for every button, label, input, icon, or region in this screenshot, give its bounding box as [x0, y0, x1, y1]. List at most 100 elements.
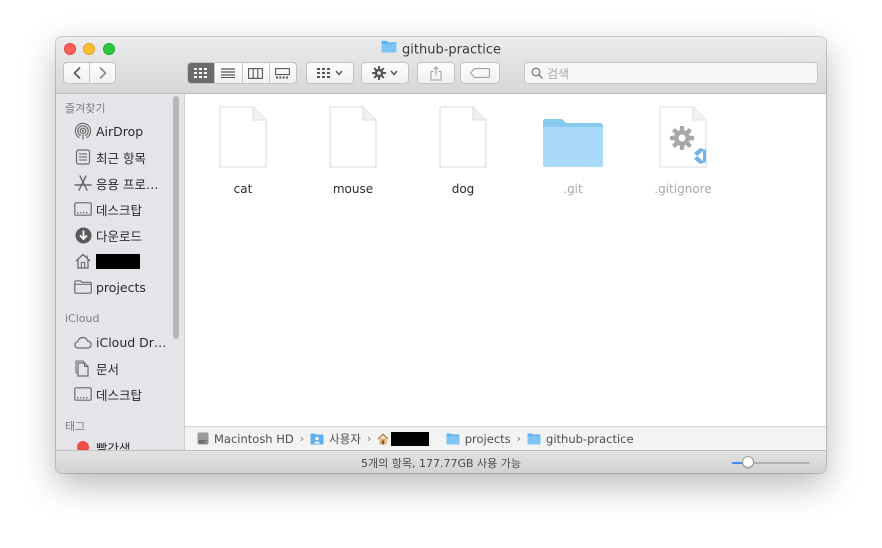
sidebar-item-label: 다운로드 — [96, 228, 143, 244]
path-crumb-macintosh-hd[interactable]: Macintosh HD — [197, 432, 294, 446]
sidebar-item-label: projects — [96, 279, 146, 295]
folder-icon — [523, 102, 623, 168]
vscode-config-file-icon — [633, 102, 733, 168]
hard-drive-icon — [197, 432, 209, 445]
sidebar-item-label: 데스크탑 — [96, 202, 143, 218]
file-name: cat — [233, 182, 253, 196]
cloud-icon — [73, 333, 93, 351]
search-icon — [531, 67, 543, 79]
file-item[interactable]: .gitignore — [633, 102, 733, 196]
icon-size-slider[interactable] — [732, 456, 810, 468]
icon-grid-icon — [194, 68, 208, 78]
search-field[interactable]: 검색 — [524, 62, 818, 84]
sidebar-section-favorites: 즐겨찾기 — [65, 102, 106, 115]
path-crumb-label: github-practice — [546, 431, 634, 446]
document-icon — [303, 102, 403, 168]
sidebar-item-label: 빨간색 — [96, 440, 131, 451]
desktop-icon — [73, 385, 93, 403]
home-icon — [377, 432, 389, 445]
columns-icon — [248, 67, 264, 79]
file-name: .git — [563, 182, 583, 196]
airdrop-icon — [73, 122, 93, 140]
back-button[interactable] — [64, 63, 89, 83]
sidebar-item-recents[interactable]: 최근 항목 — [73, 147, 146, 167]
file-item[interactable]: dog — [413, 102, 513, 196]
path-separator: › — [516, 432, 522, 445]
path-crumb-github-practice[interactable]: github-practice — [527, 432, 634, 446]
chevron-right-icon — [99, 67, 106, 79]
list-view-button[interactable] — [214, 63, 241, 83]
group-grid-icon — [317, 68, 330, 78]
gallery-view-button[interactable] — [268, 63, 296, 83]
documents-icon — [73, 359, 93, 377]
file-name: mouse — [332, 182, 374, 196]
path-crumb-home[interactable] — [377, 431, 430, 446]
downloads-icon — [73, 226, 93, 244]
edit-tags-button[interactable] — [460, 62, 500, 84]
path-crumb-users[interactable]: 사용자 — [310, 431, 361, 447]
desktop-icon — [73, 200, 93, 218]
gallery-icon — [275, 67, 291, 78]
icon-view-button[interactable] — [188, 63, 215, 83]
sidebar-item-label: 최근 항목 — [96, 150, 146, 166]
sidebar-item-documents[interactable]: 문서 — [73, 358, 119, 378]
sidebar-scrollbar[interactable] — [173, 96, 179, 339]
file-name: dog — [451, 182, 475, 196]
sidebar-item-tag-red[interactable]: 빨간색 — [73, 437, 131, 450]
view-mode-selector — [187, 62, 297, 84]
path-crumb-label: Macintosh HD — [214, 431, 294, 446]
sidebar-section-tags: 태그 — [65, 420, 86, 433]
window-title-text: github-practice — [402, 42, 501, 58]
share-button[interactable] — [417, 62, 455, 84]
file-item[interactable]: .git — [523, 102, 623, 196]
sidebar-item-home[interactable] — [73, 251, 140, 271]
path-crumb-label: projects — [464, 431, 511, 446]
status-bar: 5개의 항목, 177.77GB 사용 가능 — [56, 450, 826, 473]
sidebar-item-airdrop[interactable]: AirDrop — [73, 121, 143, 141]
column-view-button[interactable] — [241, 63, 269, 83]
file-item[interactable]: cat — [193, 102, 293, 196]
sidebar-item-label: AirDrop — [96, 123, 144, 139]
action-menu-button[interactable] — [361, 62, 409, 84]
sidebar-item-label: iCloud Dr… — [96, 334, 167, 350]
file-item[interactable]: mouse — [303, 102, 403, 196]
path-crumb-projects[interactable]: projects — [446, 432, 511, 446]
document-icon — [193, 102, 293, 168]
gear-icon — [372, 66, 386, 80]
sidebar-section-icloud: iCloud — [65, 312, 100, 325]
search-placeholder: 검색 — [547, 66, 570, 81]
folder-icon — [381, 40, 397, 58]
forward-button[interactable] — [89, 63, 115, 83]
applications-icon — [73, 174, 93, 192]
navigation-buttons — [63, 62, 116, 84]
tag-icon — [470, 68, 490, 78]
sidebar: 즐겨찾기 AirDrop 최근 항목 응용 프로… 데스크탑 다운로드 proj… — [56, 94, 185, 450]
chevron-left-icon — [73, 67, 80, 79]
path-bar: Macintosh HD › 사용자 › › projects › — [185, 426, 826, 450]
folder-icon — [73, 278, 93, 296]
sidebar-item-applications[interactable]: 응용 프로… — [73, 173, 158, 193]
icon-size-slider-knob[interactable] — [742, 456, 754, 468]
redacted-username — [391, 431, 430, 446]
document-icon — [413, 102, 513, 168]
share-icon — [430, 65, 442, 81]
list-icon — [221, 68, 236, 78]
path-separator: › — [366, 432, 372, 445]
sidebar-item-projects[interactable]: projects — [73, 277, 146, 297]
redacted-username — [96, 253, 140, 269]
group-by-button[interactable] — [306, 62, 354, 84]
file-name: .gitignore — [654, 182, 712, 196]
sidebar-item-label: 문서 — [96, 361, 120, 377]
chevron-down-icon — [390, 70, 398, 76]
red-tag-icon — [77, 441, 89, 450]
home-icon — [73, 252, 93, 270]
sidebar-item-label: 데스크탑 — [96, 387, 143, 403]
recents-icon — [73, 148, 93, 166]
sidebar-item-downloads[interactable]: 다운로드 — [73, 225, 142, 245]
tag-red-dot-wrap — [73, 438, 93, 450]
status-text: 5개의 항목, 177.77GB 사용 가능 — [360, 457, 521, 470]
users-folder-icon — [310, 433, 324, 445]
sidebar-item-icloud-desktop[interactable]: 데스크탑 — [73, 384, 142, 404]
sidebar-item-desktop[interactable]: 데스크탑 — [73, 199, 142, 219]
sidebar-item-icloud-drive[interactable]: iCloud Dr… — [73, 332, 166, 352]
